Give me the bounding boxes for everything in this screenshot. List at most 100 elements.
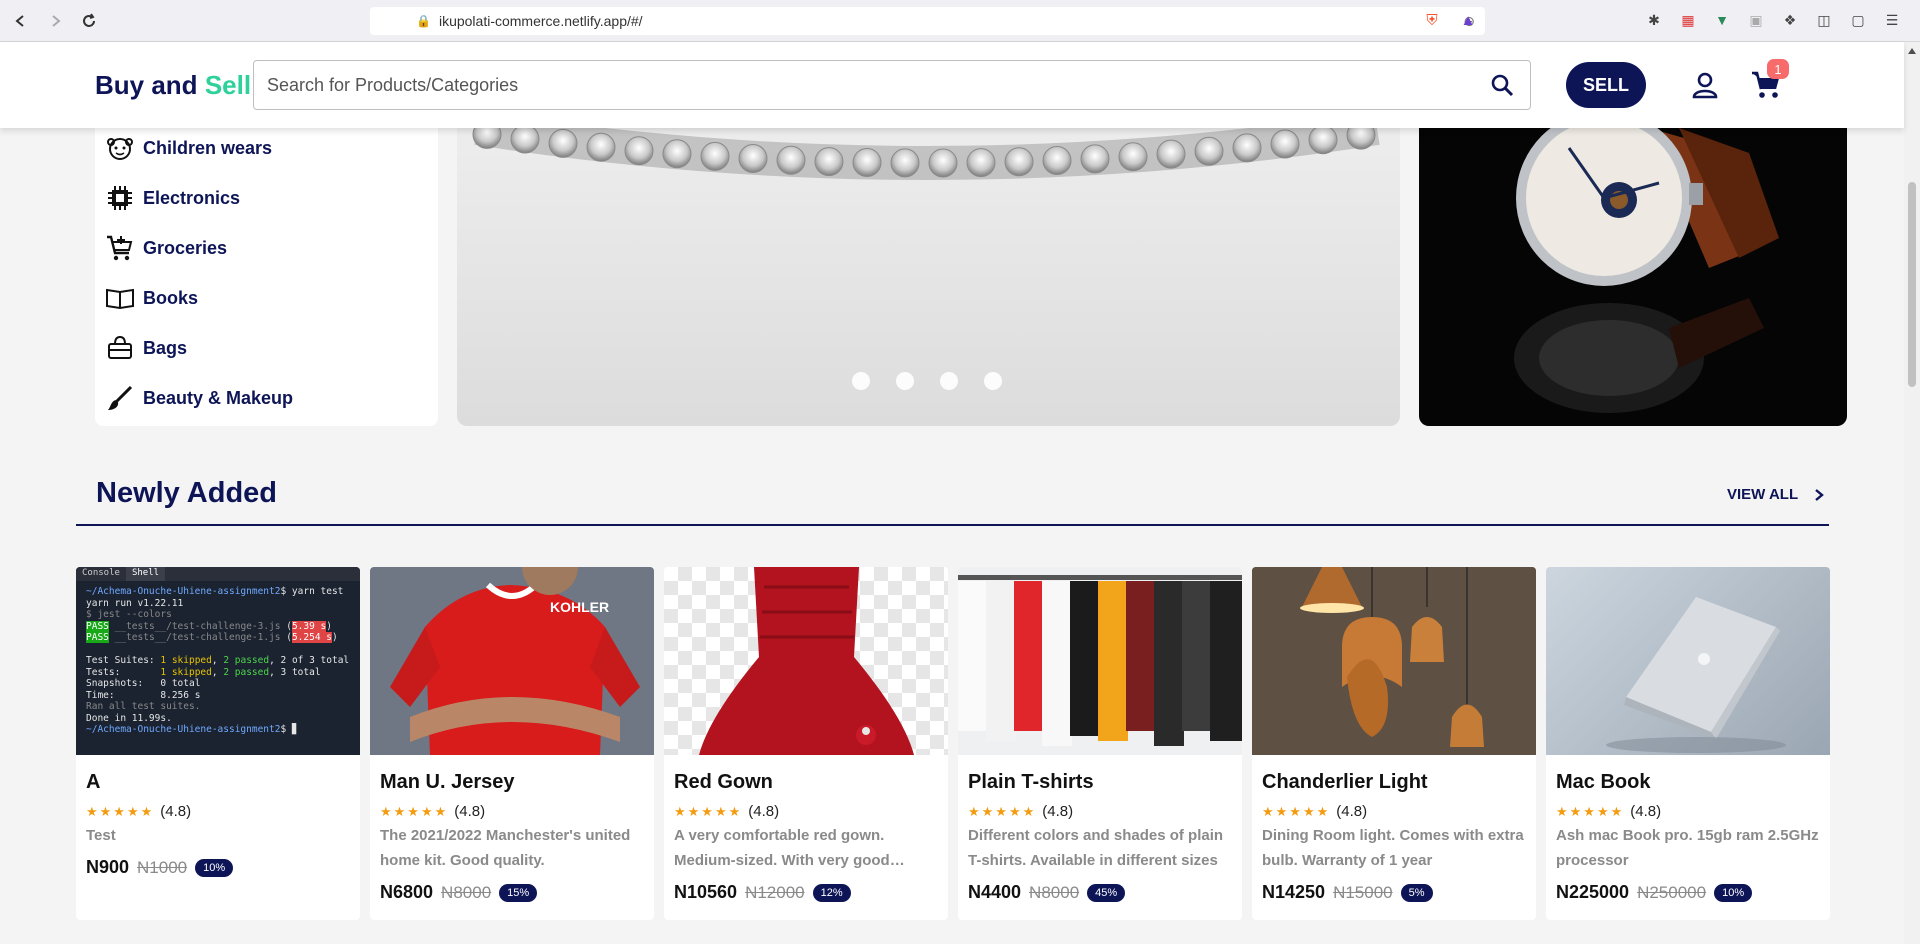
vue-extension-icon[interactable]: ▼ xyxy=(1712,10,1732,30)
category-label: Books xyxy=(143,287,199,308)
cart-count-badge: 1 xyxy=(1767,59,1789,79)
product-image xyxy=(1252,567,1536,755)
category-label: Groceries xyxy=(143,237,228,258)
view-all-label: VIEW ALL xyxy=(1727,486,1799,503)
product-price: N10560 xyxy=(674,882,738,902)
rating-value: (4.8) xyxy=(1336,803,1368,820)
product-rating: ★★★★★ (4.8) xyxy=(1556,803,1661,820)
page-scrollbar[interactable] xyxy=(1904,42,1920,944)
logo-accent: Sell xyxy=(204,70,252,100)
back-icon[interactable] xyxy=(8,8,34,34)
bug-extension-icon[interactable]: ✱ xyxy=(1644,10,1664,30)
user-icon[interactable] xyxy=(1690,70,1720,100)
product-card[interactable]: Red Gown ★★★★★ (4.8) A very comfortable r… xyxy=(664,567,948,920)
stars-icon: ★★★★★ xyxy=(674,803,743,819)
category-children-wears[interactable]: Children wears xyxy=(105,131,272,165)
lock-icon: 🔒 xyxy=(416,14,431,28)
product-old-price: N1000 xyxy=(137,857,188,877)
price-row: N10560 N12000 12% xyxy=(674,882,851,903)
category-sidebar: Children wears Electronics Groceries Boo… xyxy=(95,128,438,426)
product-price: N14250 xyxy=(1262,882,1326,902)
brush-icon xyxy=(108,385,133,410)
view-all-link[interactable]: VIEW ALL xyxy=(1727,486,1824,503)
rating-value: (4.8) xyxy=(1630,803,1662,820)
category-electronics[interactable]: Electronics xyxy=(105,181,240,215)
carousel-dot[interactable] xyxy=(984,372,1002,390)
sell-button[interactable]: SELL xyxy=(1566,62,1646,108)
product-old-price: N8000 xyxy=(441,882,492,902)
discount-badge: 12% xyxy=(812,883,851,902)
grey-extension-icon[interactable]: ▣ xyxy=(1746,10,1766,30)
product-card[interactable]: Mac Book ★★★★★ (4.8) Ash mac Book pro. 15… xyxy=(1546,567,1830,920)
url-text: ikupolati-commerce.netlify.app/#/ xyxy=(438,13,643,29)
product-rating: ★★★★★ (4.8) xyxy=(674,803,779,820)
carousel-dot[interactable] xyxy=(896,372,914,390)
price-row: N900 N1000 10% xyxy=(86,857,234,878)
bag-icon xyxy=(108,335,132,359)
hero-carousel[interactable] xyxy=(457,128,1400,426)
wallet-icon[interactable]: ▢ xyxy=(1848,10,1868,30)
discount-badge: 45% xyxy=(1087,883,1126,902)
product-price: N6800 xyxy=(380,882,434,902)
product-rating: ★★★★★ (4.8) xyxy=(86,803,191,820)
product-name: A xyxy=(86,771,101,793)
product-card[interactable]: KOHLER Man U. Jersey ★★★★★ (4.8) The 2021… xyxy=(370,567,654,920)
browser-toolbar: 🔒 ikupolati-commerce.netlify.app/#/ ⊕ ⛨ … xyxy=(0,0,1920,42)
logo-text: Buy and xyxy=(95,70,198,100)
product-name: Mac Book xyxy=(1556,771,1651,793)
carousel-dot[interactable] xyxy=(852,372,870,390)
carousel-dot[interactable] xyxy=(940,372,958,390)
category-bags[interactable]: Bags xyxy=(105,331,187,365)
reload-icon[interactable] xyxy=(76,8,102,34)
search-icon[interactable] xyxy=(1482,65,1522,105)
price-row: N14250 N15000 5% xyxy=(1262,882,1433,903)
product-name: Man U. Jersey xyxy=(380,771,515,793)
product-rating: ★★★★★ (4.8) xyxy=(1262,803,1367,820)
menu-icon[interactable]: ☰ xyxy=(1882,10,1902,30)
terminal-output: ~/Achema-Onuche-Uhiene-assignment2$ yarn… xyxy=(86,586,350,735)
price-row: N225000 N250000 10% xyxy=(1556,882,1753,903)
section-divider xyxy=(76,524,1829,526)
product-old-price: N15000 xyxy=(1333,882,1393,902)
category-label: Electronics xyxy=(143,187,241,208)
product-description: A very comfortable red gown. Medium-size… xyxy=(674,827,905,869)
watch-banner[interactable] xyxy=(1419,128,1847,426)
carousel-dots xyxy=(852,372,1002,390)
product-card[interactable]: Chanderlier Light ★★★★★ (4.8) Dining Room… xyxy=(1252,567,1536,920)
category-beauty-makeup[interactable]: Beauty & Makeup xyxy=(105,381,293,415)
brave-shield-icon[interactable]: ⛨ xyxy=(1422,10,1442,30)
product-rating: ★★★★★ (4.8) xyxy=(968,803,1073,820)
book-icon xyxy=(106,288,134,310)
sidebar-toggle-icon[interactable]: ◫ xyxy=(1814,10,1834,30)
stars-icon: ★★★★★ xyxy=(1556,803,1625,819)
forward-icon[interactable] xyxy=(42,8,68,34)
logo[interactable]: Buy and Sell xyxy=(95,70,251,101)
brave-rewards-icon[interactable]: ▲ xyxy=(1458,10,1478,30)
discount-badge: 10% xyxy=(1714,883,1753,902)
discount-badge: 15% xyxy=(499,883,538,902)
rating-value: (4.8) xyxy=(1042,803,1074,820)
product-price: N4400 xyxy=(968,882,1022,902)
price-row: N4400 N8000 45% xyxy=(968,882,1126,903)
product-old-price: N12000 xyxy=(745,882,805,902)
product-old-price: N8000 xyxy=(1029,882,1080,902)
address-bar[interactable]: 🔒 ikupolati-commerce.netlify.app/#/ ⊕ xyxy=(370,7,1485,35)
category-label: Bags xyxy=(143,337,188,358)
search-box xyxy=(253,60,1531,110)
rating-value: (4.8) xyxy=(160,803,192,820)
scroll-thumb[interactable] xyxy=(1908,182,1916,387)
product-card[interactable]: Console Shell ~/Achema-Onuche-Uhiene-ass… xyxy=(76,567,360,920)
product-name: Red Gown xyxy=(674,771,773,793)
category-groceries[interactable]: Groceries xyxy=(105,231,227,265)
product-price: N225000 xyxy=(1556,882,1630,902)
puzzle-icon[interactable]: ❖ xyxy=(1780,10,1800,30)
category-label: Children wears xyxy=(143,137,273,158)
product-image: KOHLER xyxy=(370,567,654,755)
red-extension-icon[interactable]: ▦ xyxy=(1678,10,1698,30)
product-name: Chanderlier Light xyxy=(1262,771,1428,793)
search-input[interactable] xyxy=(254,61,1482,109)
chip-icon xyxy=(108,186,132,210)
scroll-up-icon[interactable] xyxy=(1908,48,1916,54)
category-books[interactable]: Books xyxy=(105,281,198,315)
product-card[interactable]: Plain T-shirts ★★★★★ (4.8) Different colo… xyxy=(958,567,1242,920)
